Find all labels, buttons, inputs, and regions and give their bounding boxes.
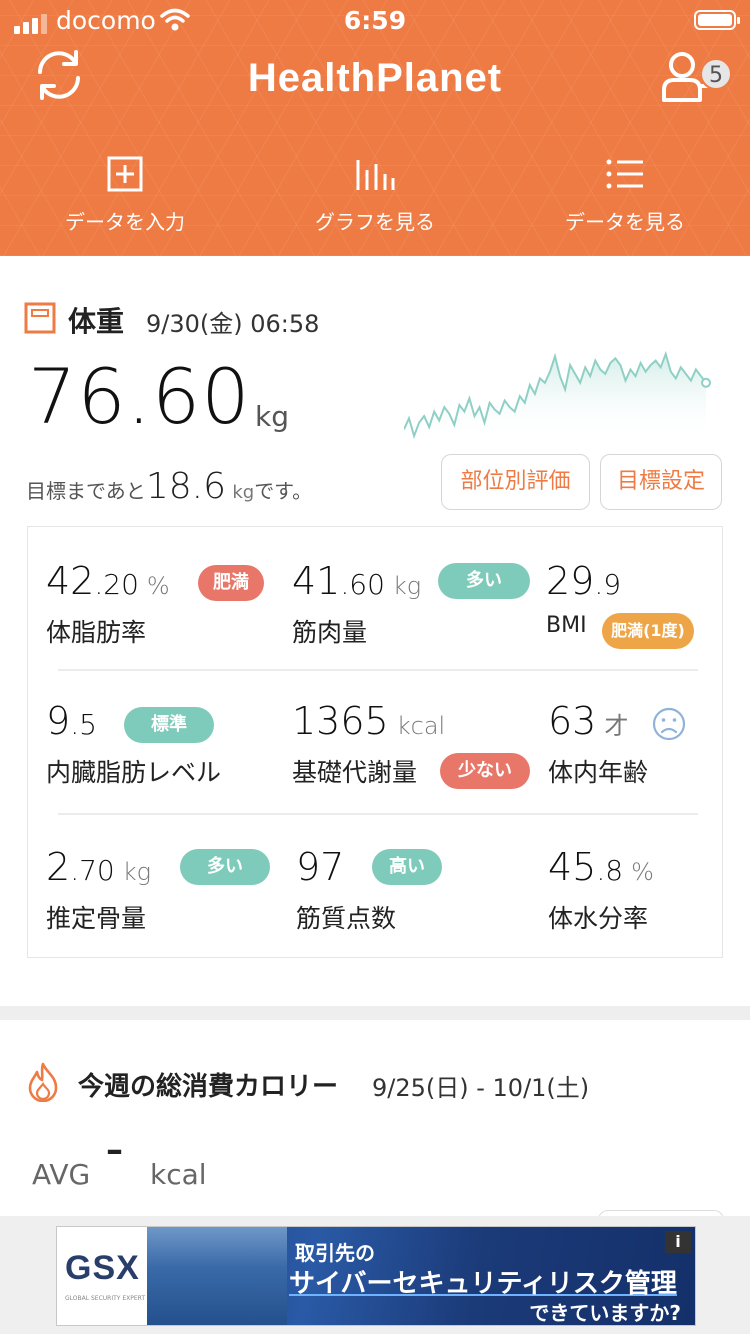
section-gap: [0, 1006, 750, 1020]
status-badge: 標準: [124, 707, 214, 743]
goal-prefix: 目標まであと: [26, 479, 146, 503]
status-badge: 多い: [180, 849, 270, 885]
calorie-title: 今週の総消費カロリー: [78, 1072, 339, 1102]
battery-icon: [694, 10, 740, 30]
metric-body-age[interactable]: 63 才 体内年齢: [548, 699, 648, 789]
metric-basal-metabolism[interactable]: 1365 kcal 基礎代謝量: [292, 699, 445, 789]
list-icon: [606, 159, 643, 189]
weight-value: 76.60: [28, 352, 251, 441]
goal-suffix: です。: [254, 479, 313, 503]
status-badge: 肥満: [198, 565, 264, 601]
ad-headline-3: できていますか?: [529, 1301, 681, 1325]
ad-logo-subtitle: GLOBAL SECURITY EXPERT: [65, 1295, 146, 1302]
weight-title: 体重: [68, 305, 125, 338]
weekly-calorie-card: 今週の総消費カロリー 9/25(日) - 10/1(土) AVG – kcal: [0, 1020, 750, 1250]
nav-view-graph[interactable]: グラフを見る: [250, 150, 500, 235]
trend-latest-point: [701, 377, 711, 388]
metric-label: 内臓脂肪レベル: [46, 758, 222, 787]
metric-value: 63 才: [548, 699, 629, 743]
status-badge: 高い: [372, 849, 442, 885]
weight-card: 体重 9/30(金) 06:58 76.60 kg 目標まであと18.6 kgで…: [0, 256, 750, 1006]
ad-logo-area: GSX GLOBAL SECURITY EXPERT: [57, 1227, 147, 1325]
ad-headline-1: 取引先の: [295, 1241, 375, 1265]
nav-input-data[interactable]: データを入力: [0, 150, 250, 235]
bar-graph-icon: [356, 160, 395, 190]
nav-label: グラフを見る: [315, 210, 435, 234]
flame-icon: [28, 1062, 58, 1102]
notification-count-badge: 5: [700, 58, 732, 90]
metric-value: 2.70 kg: [46, 845, 152, 889]
app-header: docomo 6:59 HealthPlanet 5 データを入力 グラフを見る…: [0, 0, 750, 256]
metric-bone-mass[interactable]: 2.70 kg 推定骨量: [46, 845, 151, 935]
weight-trend-chart[interactable]: [404, 340, 714, 440]
avg-label: AVG: [32, 1158, 91, 1191]
ad-banner[interactable]: GSX GLOBAL SECURITY EXPERT 取引先の サイバーセキュリ…: [56, 1226, 696, 1326]
goal-setting-button[interactable]: 目標設定: [600, 454, 722, 510]
nav-view-data[interactable]: データを見る: [500, 150, 750, 235]
status-time: 6:59: [343, 6, 407, 35]
metric-value: 42.20%: [46, 559, 170, 603]
ad-city-image: [147, 1227, 287, 1325]
nav-label: データを入力: [65, 210, 185, 234]
app-title: HealthPlanet: [247, 56, 503, 100]
ad-info-icon[interactable]: i: [665, 1231, 691, 1253]
metric-body-fat[interactable]: 42.20% 体脂肪率: [46, 559, 170, 649]
scale-icon: [24, 302, 56, 334]
metric-muscle-mass[interactable]: 41.60 kg 筋肉量: [292, 559, 421, 649]
sad-face-icon: [652, 707, 686, 741]
metric-value: 45.8%: [548, 845, 654, 889]
metric-label: 体水分率: [548, 904, 649, 933]
avg-value: –: [106, 1130, 123, 1170]
goal-remaining-text: 目標まであと18.6 kgです。: [26, 466, 312, 507]
status-badge: 多い: [438, 563, 530, 599]
add-data-icon: [107, 156, 143, 192]
metric-label: 筋肉量: [292, 618, 368, 647]
status-badge: 肥満(1度): [602, 613, 694, 649]
status-bar: docomo 6:59: [0, 0, 750, 40]
goal-unit: kg: [232, 482, 255, 503]
header-nav: データを入力 グラフを見る データを見る: [0, 150, 750, 250]
ad-headline-2: サイバーセキュリティリスク管理: [289, 1269, 677, 1299]
metric-label: 体内年齢: [548, 758, 649, 787]
measurement-time: 9/30(金) 06:58: [146, 310, 320, 338]
metric-value: 29.9: [546, 559, 622, 603]
metric-label: 基礎代謝量: [292, 758, 418, 787]
metric-body-water[interactable]: 45.8% 体水分率: [548, 845, 654, 935]
row-divider: [58, 813, 698, 815]
nav-label: データを見る: [565, 210, 685, 234]
ad-logo: GSX: [65, 1249, 140, 1287]
body-part-evaluation-button[interactable]: 部位別評価: [441, 454, 590, 510]
weight-unit: kg: [255, 400, 289, 433]
row-divider: [58, 669, 698, 671]
metric-value: 1365 kcal: [292, 699, 446, 743]
avg-unit: kcal: [150, 1158, 207, 1191]
ad-container: GSX GLOBAL SECURITY EXPERT 取引先の サイバーセキュリ…: [0, 1216, 750, 1334]
metric-label: 体脂肪率: [46, 618, 147, 647]
body-composition-grid: 42.20% 体脂肪率 肥満 41.60 kg 筋肉量 多い 29.9 BMI 肥…: [27, 526, 723, 958]
metric-label: 筋質点数: [296, 904, 397, 933]
metric-label: 推定骨量: [46, 904, 147, 933]
metric-value: 41.60 kg: [292, 559, 422, 603]
calorie-date-range: 9/25(日) - 10/1(土): [372, 1074, 590, 1102]
status-badge: 少ない: [440, 753, 530, 789]
goal-remaining-value: 18.6: [145, 466, 226, 507]
